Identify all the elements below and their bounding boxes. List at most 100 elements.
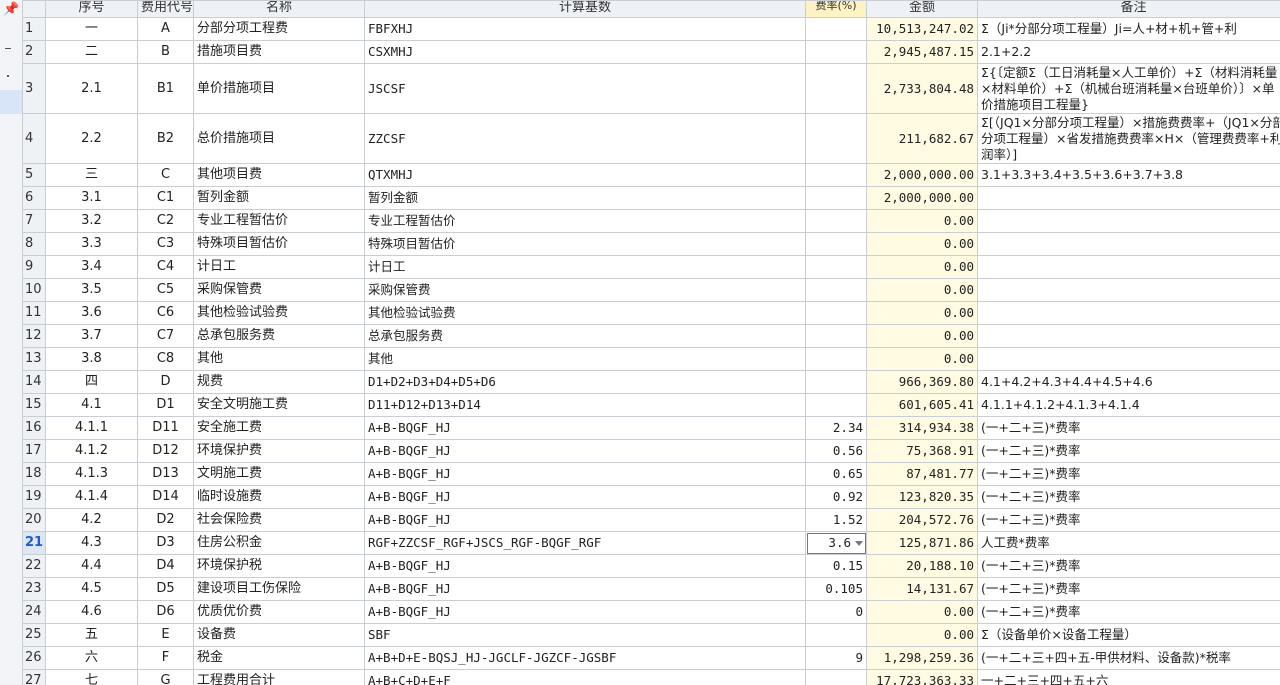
row-number[interactable]: 19 [22,485,46,509]
cell-name[interactable]: 暂列金额 [193,186,365,210]
cell-amount[interactable]: 0.00 [866,623,978,647]
cell-seq[interactable]: 六 [45,646,138,670]
cell-note[interactable]: (一+二+三)*费率 [977,554,1280,578]
row-number[interactable]: 18 [22,462,46,486]
cell-seq[interactable]: 3.6 [45,301,138,325]
cell-rate[interactable] [805,278,867,302]
cell-base[interactable]: A+B-BQGF_HJ [364,508,806,532]
cell-amount[interactable]: 0.00 [866,209,978,233]
cell-rate[interactable] [805,301,867,325]
row-number[interactable]: 21 [22,531,46,555]
cell-code[interactable]: D12 [137,439,194,463]
cell-name[interactable]: 专业工程暂估价 [193,209,365,233]
cell-amount[interactable]: 314,934.38 [866,416,978,440]
cell-code[interactable]: C8 [137,347,194,371]
cell-note[interactable]: Σ（Ji*分部分项工程量）Ji=人+材+机+管+利 [977,17,1280,41]
cell-code[interactable]: B2 [137,113,194,164]
cell-amount[interactable]: 17,723,363.33 [866,669,978,685]
cell-code[interactable]: D4 [137,554,194,578]
cell-amount[interactable]: 123,820.35 [866,485,978,509]
cell-base[interactable]: SBF [364,623,806,647]
cell-amount[interactable]: 2,733,804.48 [866,63,978,114]
cell-seq[interactable]: 4.3 [45,531,138,555]
pin-icon[interactable]: 📌 [3,2,19,17]
cell-note[interactable]: 人工费*费率 [977,531,1280,555]
cell-rate[interactable] [805,186,867,210]
row-number[interactable]: 11 [22,301,46,325]
table-row[interactable]: 7 3.2 C2 专业工程暂估价 专业工程暂估价 0.00 [22,209,1280,233]
cell-code[interactable]: D1 [137,393,194,417]
cell-base[interactable]: CSXMHJ [364,40,806,64]
table-row[interactable]: 9 3.4 C4 计日工 计日工 0.00 [22,255,1280,279]
row-number[interactable]: 14 [22,370,46,394]
row-number[interactable]: 12 [22,324,46,348]
cell-note[interactable]: (一+二+三)*费率 [977,485,1280,509]
row-number[interactable]: 3 [22,63,46,114]
cell-seq[interactable]: 4.1.2 [45,439,138,463]
cell-code[interactable]: D14 [137,485,194,509]
cell-rate[interactable]: 0.65 [805,462,867,486]
cell-code[interactable]: G [137,669,194,685]
cell-code[interactable]: D2 [137,508,194,532]
cell-seq[interactable]: 4.4 [45,554,138,578]
cell-base[interactable]: 总承包服务费 [364,324,806,348]
header-base[interactable]: 计算基数 [364,0,806,18]
cell-name[interactable]: 税金 [193,646,365,670]
cell-code[interactable]: C4 [137,255,194,279]
table-row[interactable]: 22 4.4 D4 环境保护税 A+B-BQGF_HJ 0.15 20,188.10 (一+二… [22,554,1280,578]
cell-amount[interactable]: 87,481.77 [866,462,978,486]
cell-base[interactable]: A+B-BQGF_HJ [364,416,806,440]
cell-name[interactable]: 安全施工费 [193,416,365,440]
cell-amount[interactable]: 2,000,000.00 [866,163,978,187]
cell-code[interactable]: B1 [137,63,194,114]
cell-seq[interactable]: 二 [45,40,138,64]
cell-rate[interactable]: 0.105 [805,577,867,601]
cell-note[interactable] [977,301,1280,325]
cell-seq[interactable]: 3.3 [45,232,138,256]
table-row[interactable]: 18 4.1.3 D13 文明施工费 A+B-BQGF_HJ 0.65 87,481.77(… [22,462,1280,486]
cell-seq[interactable]: 3.5 [45,278,138,302]
header-note[interactable]: 备注 [977,0,1280,18]
table-row[interactable]: 8 3.3 C3 特殊项目暂估价 特殊项目暂估价 0.00 [22,232,1280,256]
cell-base[interactable]: D1+D2+D3+D4+D5+D6 [364,370,806,394]
cell-base[interactable]: A+B-BQGF_HJ [364,600,806,624]
cell-amount[interactable]: 0.00 [866,278,978,302]
cell-name[interactable]: 措施项目费 [193,40,365,64]
cell-base[interactable]: A+B-BQGF_HJ [364,485,806,509]
cell-note[interactable]: (一+二+三+四+五-甲供材料、设备款)*税率 [977,646,1280,670]
row-number[interactable]: 5 [22,163,46,187]
table-row[interactable]: 11 3.6 C6 其他检验试验费 其他检验试验费 0.00 [22,301,1280,325]
cell-name[interactable]: 总价措施项目 [193,113,365,164]
cell-rate[interactable]: 0.15 [805,554,867,578]
cell-note[interactable]: Σ[（JQ1×分部分项工程量）×措施费费率+（JQ1×分部分项工程量）×省发措施… [977,113,1280,164]
table-row[interactable]: 26 六 F 税金 A+B+D+E-BQSJ_HJ-JGCLF-JGZCF-JGSBF 9… [22,646,1280,670]
cell-name[interactable]: 特殊项目暂估价 [193,232,365,256]
cell-rate[interactable] [805,209,867,233]
cell-amount[interactable]: 0.00 [866,324,978,348]
cell-code[interactable]: D [137,370,194,394]
row-number[interactable]: 27 [22,669,46,685]
cell-base[interactable]: JSCSF [364,63,806,114]
table-row[interactable]: 17 4.1.2 D12 环境保护费 A+B-BQGF_HJ 0.56 75,368.91(… [22,439,1280,463]
cell-note[interactable]: (一+二+三)*费率 [977,577,1280,601]
cell-name[interactable]: 其他检验试验费 [193,301,365,325]
cell-name[interactable]: 设备费 [193,623,365,647]
table-row[interactable]: 16 4.1.1 D11 安全施工费 A+B-BQGF_HJ 2.34 314,934.38… [22,416,1280,440]
cell-rate[interactable] [805,113,867,164]
cell-amount[interactable]: 211,682.67 [866,113,978,164]
row-number[interactable]: 10 [22,278,46,302]
row-number[interactable]: 15 [22,393,46,417]
cell-note[interactable]: 2.1+2.2 [977,40,1280,64]
cell-note[interactable]: 3.1+3.3+3.4+3.5+3.6+3.7+3.8 [977,163,1280,187]
row-number[interactable]: 4 [22,113,46,164]
cell-name[interactable]: 工程费用合计 [193,669,365,685]
cell-name[interactable]: 安全文明施工费 [193,393,365,417]
table-row[interactable]: 27 七 G 工程费用合计 A+B+C+D+E+F 17,723,363.33 一+二+三+… [22,669,1280,685]
row-number[interactable]: 26 [22,646,46,670]
cell-name[interactable]: 总承包服务费 [193,324,365,348]
table-row[interactable]: 12 3.7 C7 总承包服务费 总承包服务费 0.00 [22,324,1280,348]
row-number[interactable]: 1 [22,17,46,41]
row-number[interactable]: 6 [22,186,46,210]
cell-note[interactable]: (一+二+三)*费率 [977,462,1280,486]
cell-seq[interactable]: 五 [45,623,138,647]
